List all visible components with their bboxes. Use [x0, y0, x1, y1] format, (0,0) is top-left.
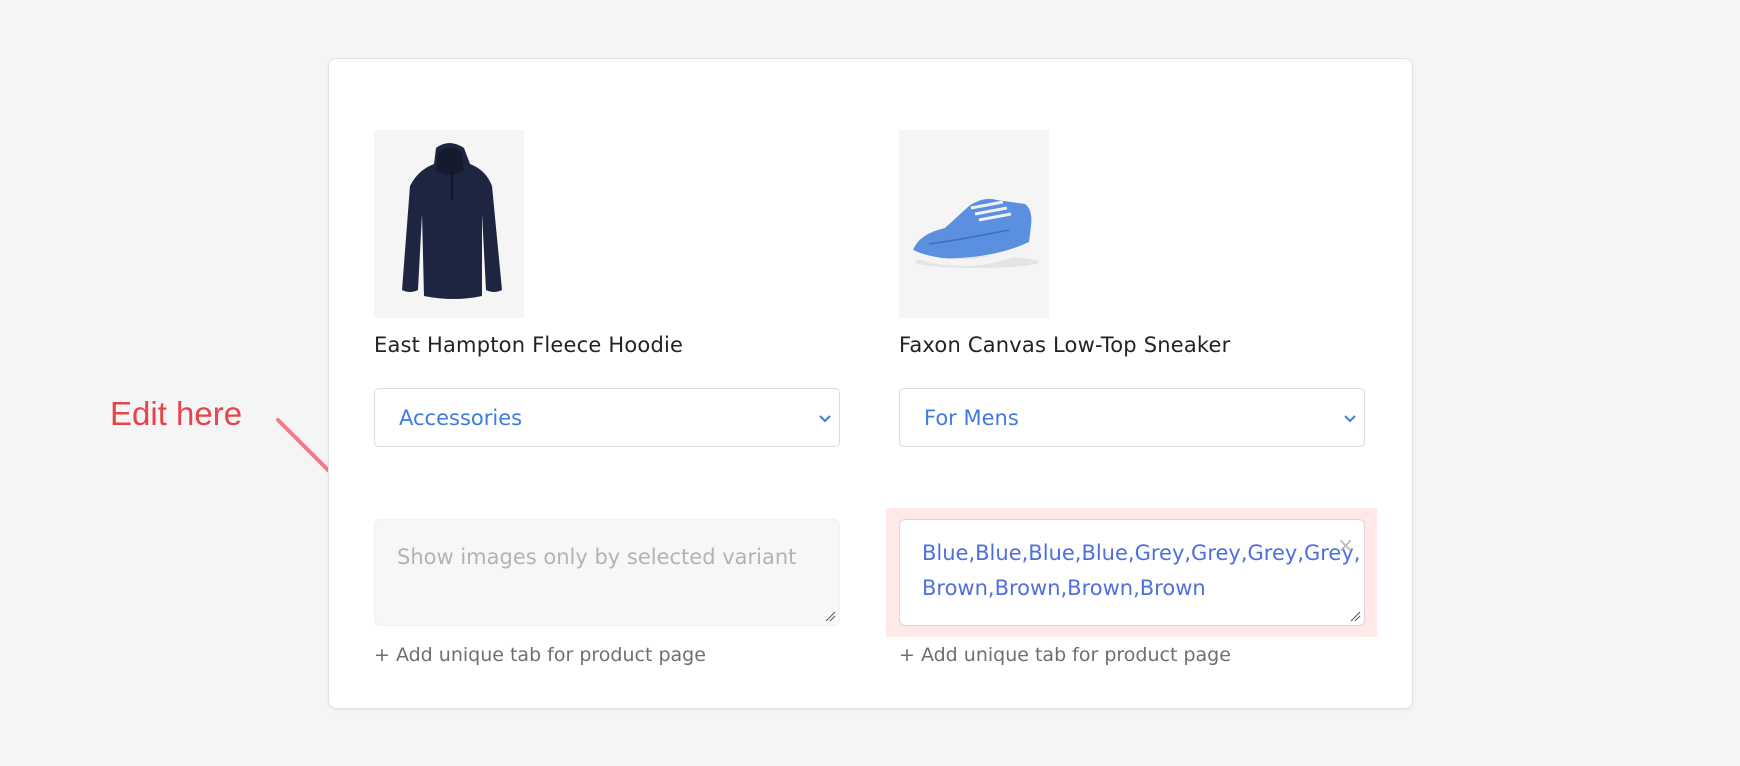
category-select-value: Accessories [399, 405, 523, 430]
product-image-hoodie [374, 130, 524, 318]
variant-textarea-value: Blue,Blue,Blue,Blue,Grey,Grey,Grey,Grey,… [922, 541, 1361, 600]
hoodie-image-icon [402, 143, 502, 299]
sneaker-image-icon [913, 198, 1039, 268]
product-image-sneaker [899, 130, 1049, 318]
resize-handle-icon[interactable] [1349, 610, 1361, 622]
category-select[interactable]: For Mens [899, 388, 1365, 447]
category-select[interactable]: Accessories [374, 388, 840, 447]
product-tabs-card: East Hampton Fleece Hoodie Accessories S… [328, 58, 1413, 709]
variant-textarea-placeholder: Show images only by selected variant [397, 545, 797, 569]
add-unique-tab-link[interactable]: + Add unique tab for product page [899, 644, 1365, 666]
variant-images-textarea[interactable]: Show images only by selected variant [374, 519, 840, 626]
variant-images-textarea[interactable]: Blue,Blue,Blue,Blue,Grey,Grey,Grey,Grey,… [899, 519, 1365, 626]
resize-handle-icon[interactable] [824, 610, 836, 622]
product-title: East Hampton Fleece Hoodie [374, 333, 684, 357]
product-column-sneaker: Faxon Canvas Low-Top Sneaker For Mens Bl… [886, 130, 1377, 666]
chevron-down-icon [1344, 415, 1356, 423]
add-unique-tab-link[interactable]: + Add unique tab for product page [374, 644, 840, 666]
product-column-hoodie: East Hampton Fleece Hoodie Accessories S… [374, 130, 840, 666]
clear-icon[interactable]: × [1337, 528, 1354, 563]
product-title: Faxon Canvas Low-Top Sneaker [899, 333, 1231, 357]
chevron-down-icon [819, 415, 831, 423]
category-select-value: For Mens [924, 405, 1019, 430]
edit-here-annotation: Edit here [110, 395, 243, 432]
